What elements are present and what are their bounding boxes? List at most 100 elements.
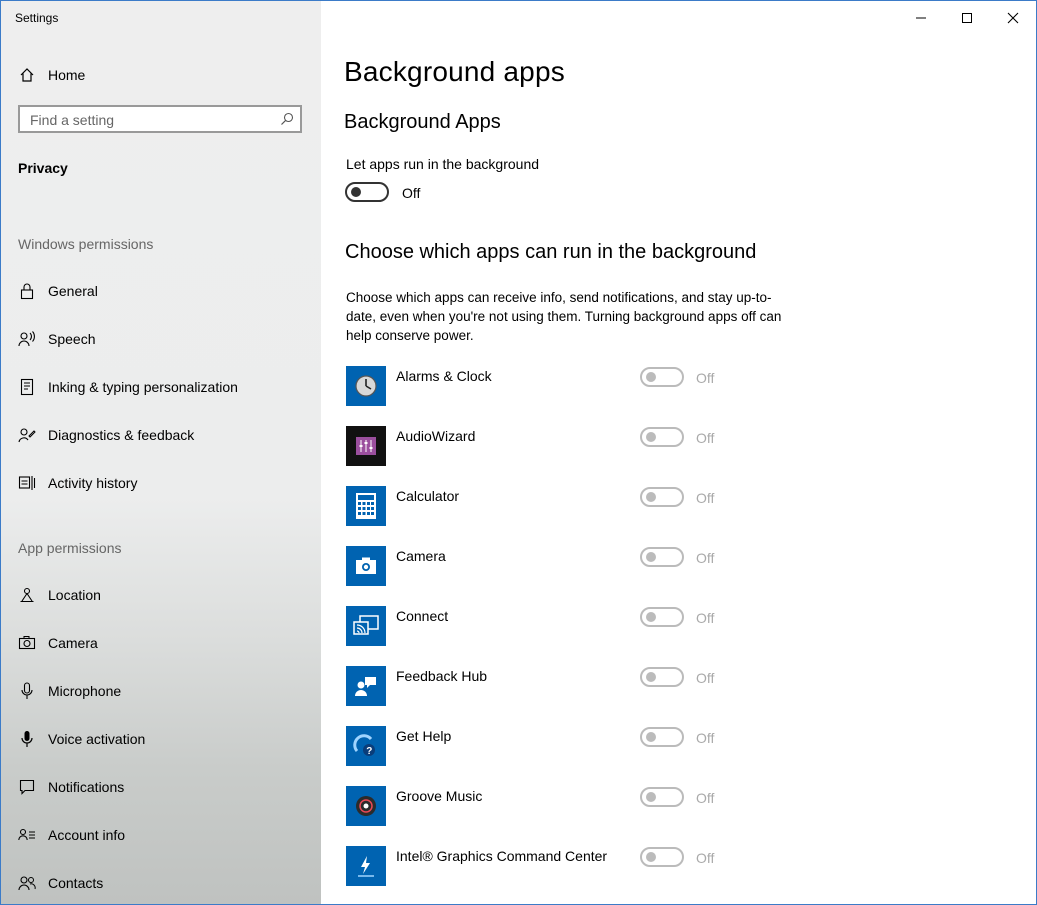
account-info-icon bbox=[17, 828, 37, 842]
toggle-knob bbox=[646, 792, 656, 802]
app-name: AudioWizard bbox=[396, 428, 476, 444]
app-toggle-state: Off bbox=[696, 370, 715, 386]
sidebar-item-label: Inking & typing personalization bbox=[48, 379, 238, 395]
app-toggle-state: Off bbox=[696, 610, 715, 626]
app-row-alarms-clock: Alarms & Clock Off bbox=[346, 366, 806, 406]
app-row-groove-music: Groove Music Off bbox=[346, 786, 806, 826]
app-name: Camera bbox=[396, 548, 446, 564]
app-row-camera: Camera Off bbox=[346, 546, 806, 586]
sidebar-item-label: Account info bbox=[48, 827, 126, 843]
app-toggle[interactable] bbox=[640, 547, 684, 567]
app-name: Intel® Graphics Command Center bbox=[396, 848, 608, 864]
app-toggle[interactable] bbox=[640, 487, 684, 507]
sidebar-item-home[interactable]: Home bbox=[1, 55, 321, 95]
sidebar-item-account-info[interactable]: Account info bbox=[1, 815, 321, 855]
sidebar-item-activity-history[interactable]: Activity history bbox=[1, 463, 321, 503]
sidebar-item-diagnostics[interactable]: Diagnostics & feedback bbox=[1, 415, 321, 455]
background-apps-toggle[interactable] bbox=[345, 182, 389, 202]
inking-icon bbox=[17, 378, 37, 396]
app-toggle-state: Off bbox=[696, 430, 715, 446]
minimize-icon bbox=[916, 17, 926, 19]
sidebar-item-label: Microphone bbox=[48, 683, 122, 699]
close-button[interactable] bbox=[990, 5, 1036, 31]
toggle-knob bbox=[351, 187, 361, 197]
app-name: Alarms & Clock bbox=[396, 368, 492, 384]
app-name: Groove Music bbox=[396, 788, 483, 804]
maximize-icon bbox=[962, 13, 972, 23]
app-toggle-state: Off bbox=[696, 550, 715, 566]
app-toggle-state: Off bbox=[696, 730, 715, 746]
app-toggle-state: Off bbox=[696, 850, 715, 866]
app-toggle[interactable] bbox=[640, 367, 684, 387]
window-title: Settings bbox=[15, 11, 59, 25]
feedback-hub-icon bbox=[346, 666, 386, 706]
sidebar-item-inking-typing[interactable]: Inking & typing personalization bbox=[1, 367, 321, 407]
camera-icon bbox=[17, 635, 37, 651]
sidebar-item-general[interactable]: General bbox=[1, 271, 321, 311]
sidebar-item-label: Contacts bbox=[48, 875, 104, 891]
svg-text:?: ? bbox=[366, 746, 372, 757]
background-toggle-state: Off bbox=[402, 185, 421, 201]
sidebar-item-contacts[interactable]: Contacts bbox=[1, 863, 321, 903]
audiowizard-icon bbox=[346, 426, 386, 466]
sidebar-item-speech[interactable]: Speech bbox=[1, 319, 321, 359]
activity-history-icon bbox=[17, 475, 37, 491]
app-toggle[interactable] bbox=[640, 427, 684, 447]
sidebar-item-label: Location bbox=[48, 587, 101, 603]
toggle-knob bbox=[646, 852, 656, 862]
close-icon bbox=[1007, 12, 1019, 24]
section-header-windows-permissions: Windows permissions bbox=[18, 236, 154, 252]
sidebar-item-notifications[interactable]: Notifications bbox=[1, 767, 321, 807]
diagnostics-icon bbox=[17, 427, 37, 443]
app-toggle[interactable] bbox=[640, 787, 684, 807]
app-toggle[interactable] bbox=[640, 607, 684, 627]
app-toggle-state: Off bbox=[696, 790, 715, 806]
camera-app-icon bbox=[346, 546, 386, 586]
search-box bbox=[18, 105, 302, 133]
search-icon[interactable] bbox=[280, 112, 294, 131]
app-name: Connect bbox=[396, 608, 449, 624]
sidebar-item-label: Voice activation bbox=[48, 731, 146, 747]
app-name: Get Help bbox=[396, 728, 452, 744]
contacts-icon bbox=[17, 875, 37, 891]
toggle-knob bbox=[646, 612, 656, 622]
category-heading: Privacy bbox=[18, 160, 68, 176]
app-toggle-state: Off bbox=[696, 670, 715, 686]
app-row-audiowizard: AudioWizard Off bbox=[346, 426, 806, 466]
voice-activation-icon bbox=[17, 730, 37, 748]
minimize-button[interactable] bbox=[898, 5, 944, 31]
section-header-app-permissions: App permissions bbox=[18, 540, 122, 556]
app-toggle[interactable] bbox=[640, 847, 684, 867]
app-row-intel-graphics: Intel® Graphics Command Center Off bbox=[346, 846, 806, 886]
app-toggle-state: Off bbox=[696, 490, 715, 506]
sidebar-item-label: Activity history bbox=[48, 475, 138, 491]
home-icon bbox=[17, 67, 37, 83]
app-toggle[interactable] bbox=[640, 727, 684, 747]
background-toggle-label: Let apps run in the background bbox=[346, 156, 540, 172]
sidebar-item-location[interactable]: Location bbox=[1, 575, 321, 615]
sidebar-item-voice-activation[interactable]: Voice activation bbox=[1, 719, 321, 759]
sidebar: Settings Home Privacy Windows permission… bbox=[1, 1, 321, 904]
maximize-button[interactable] bbox=[944, 5, 990, 31]
get-help-icon: ? bbox=[346, 726, 386, 766]
connect-icon bbox=[346, 606, 386, 646]
sidebar-item-label: Notifications bbox=[48, 779, 125, 795]
sidebar-item-microphone[interactable]: Microphone bbox=[1, 671, 321, 711]
toggle-knob bbox=[646, 552, 656, 562]
sidebar-item-label: Speech bbox=[48, 331, 96, 347]
toggle-knob bbox=[646, 432, 656, 442]
calculator-icon bbox=[346, 486, 386, 526]
search-input[interactable] bbox=[28, 110, 272, 130]
page-title: Background apps bbox=[344, 56, 565, 87]
microphone-icon bbox=[17, 682, 37, 700]
app-name: Calculator bbox=[396, 488, 460, 504]
app-row-feedback-hub: Feedback Hub Off bbox=[346, 666, 806, 706]
app-toggle[interactable] bbox=[640, 667, 684, 687]
toggle-knob bbox=[646, 732, 656, 742]
app-name: Feedback Hub bbox=[396, 668, 488, 684]
intel-graphics-icon bbox=[346, 846, 386, 886]
toggle-knob bbox=[646, 372, 656, 382]
sidebar-item-camera[interactable]: Camera bbox=[1, 623, 321, 663]
speech-icon bbox=[17, 331, 37, 347]
app-row-calculator: Calculator Off bbox=[346, 486, 806, 526]
